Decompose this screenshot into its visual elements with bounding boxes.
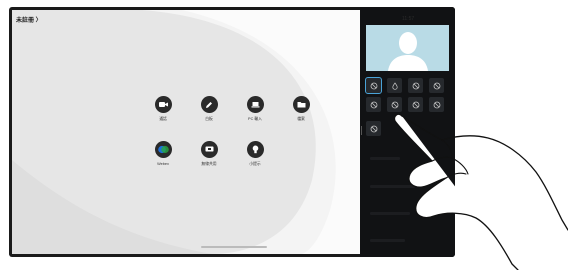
none-icon: [370, 82, 377, 89]
wallpaper: [12, 10, 360, 254]
app-tips[interactable]: 小提示: [235, 141, 275, 167]
screen-share-icon: [200, 141, 218, 158]
app-call[interactable]: 通話: [143, 96, 183, 122]
home-indicator[interactable]: [201, 246, 267, 248]
app-label: 通話: [159, 117, 167, 121]
app-label: 白板: [205, 117, 213, 121]
app-wireless-share[interactable]: 無線共用: [189, 141, 229, 167]
app-whiteboard[interactable]: 白板: [189, 96, 229, 122]
app-label: Webex: [157, 162, 169, 166]
hand-illustration: [393, 113, 568, 270]
clock: 11:57: [402, 16, 415, 22]
background-option[interactable]: [366, 121, 381, 136]
laptop-icon: [246, 96, 264, 113]
background-option[interactable]: [366, 97, 381, 112]
device-frame: 未註冊 〉 通話 白板 PC 輸入 檔案 Webex 無線共用 小提示 11:5…: [9, 7, 455, 257]
pencil-icon: [200, 96, 218, 113]
none-icon: [433, 82, 440, 89]
panel-handle[interactable]: [361, 126, 362, 135]
background-option-none[interactable]: [365, 77, 382, 94]
app-label: 小提示: [249, 162, 261, 166]
background-option-blur[interactable]: [387, 78, 402, 93]
home-screen: 未註冊 〉 通話 白板 PC 輸入 檔案 Webex 無線共用 小提示: [12, 10, 360, 254]
background-option[interactable]: [408, 78, 423, 93]
none-icon: [370, 125, 377, 132]
self-view-preview: [366, 25, 449, 71]
video-camera-icon: [154, 96, 172, 113]
none-icon: [370, 101, 377, 108]
webex-icon: [154, 141, 172, 158]
app-label: 檔案: [297, 117, 305, 121]
app-label: 無線共用: [201, 162, 217, 166]
background-option[interactable]: [429, 78, 444, 93]
blur-drop-icon: [391, 81, 398, 90]
app-label: PC 輸入: [248, 117, 262, 121]
none-icon: [412, 82, 419, 89]
app-pc-input[interactable]: PC 輸入: [235, 96, 275, 122]
breadcrumb[interactable]: 未註冊 〉: [16, 15, 42, 24]
app-webex[interactable]: Webex: [143, 141, 183, 166]
lightbulb-icon: [246, 141, 264, 158]
person-silhouette-icon: [388, 32, 428, 71]
folder-icon: [292, 96, 310, 113]
app-files[interactable]: 檔案: [281, 96, 321, 122]
